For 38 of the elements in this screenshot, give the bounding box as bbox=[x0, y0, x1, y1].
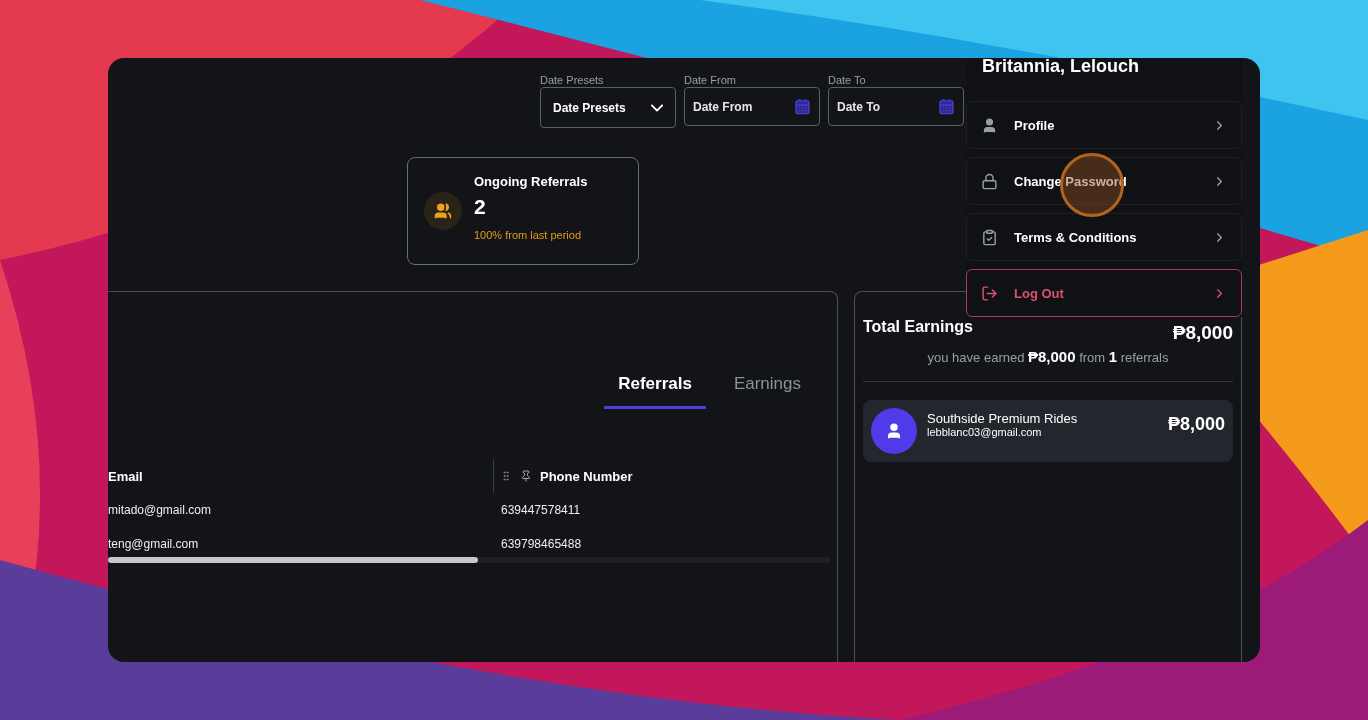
logout-icon bbox=[981, 284, 998, 302]
column-header[interactable]: Email bbox=[108, 459, 493, 493]
earnings-total: ₱8,000 bbox=[1172, 322, 1233, 344]
stat-title: Ongoing Referrals bbox=[474, 174, 588, 189]
filter-label: Date To bbox=[828, 74, 867, 86]
drag-handle-icon[interactable] bbox=[500, 470, 512, 482]
table-cell-text: 639798465488 bbox=[500, 537, 583, 551]
referral-email: lebblanc03@gmail.com bbox=[927, 425, 1043, 438]
chevron-down-icon bbox=[651, 103, 663, 112]
filter-label: Date From bbox=[684, 74, 737, 86]
column-header[interactable]: Phone Number bbox=[493, 459, 837, 493]
checklist-icon bbox=[981, 228, 998, 246]
user-icon bbox=[981, 116, 998, 134]
table-cell-text: mitado@gmail.com bbox=[108, 503, 212, 517]
scrollbar[interactable] bbox=[108, 557, 830, 563]
menu-item[interactable]: Profile bbox=[966, 101, 1242, 149]
stat-value: 2 bbox=[474, 195, 487, 219]
tab[interactable]: Earnings bbox=[719, 368, 815, 409]
menu-item[interactable]: Terms & Conditions bbox=[966, 213, 1242, 261]
date-field[interactable]: Date From bbox=[684, 87, 820, 126]
date-field[interactable]: Date To bbox=[828, 87, 964, 126]
lock-icon bbox=[981, 172, 998, 190]
table-cell-text: 639447578411 bbox=[500, 503, 582, 517]
earnings-summary: you have earned ₱8,000 from 1 referrals bbox=[926, 348, 1170, 365]
calendar-icon bbox=[938, 98, 955, 115]
user-name: Britannia, Lelouch bbox=[981, 58, 1141, 77]
menu-item[interactable]: Change Password bbox=[966, 157, 1242, 205]
earnings-title: Total Earnings bbox=[863, 318, 973, 336]
people-icon bbox=[424, 192, 462, 230]
stat-change: 100% from last period bbox=[474, 229, 582, 241]
tab[interactable]: Referrals bbox=[604, 368, 706, 409]
earning-amount: ₱8,000 bbox=[1167, 413, 1225, 435]
avatar-icon bbox=[871, 408, 917, 454]
table-cell-text: teng@gmail.com bbox=[108, 537, 200, 551]
filter-label: Date Presets bbox=[540, 74, 605, 86]
date-presets-dropdown[interactable]: Date Presets bbox=[540, 87, 676, 128]
referral-name: Southside Premium Rides bbox=[927, 410, 1079, 426]
calendar-icon bbox=[794, 98, 811, 115]
